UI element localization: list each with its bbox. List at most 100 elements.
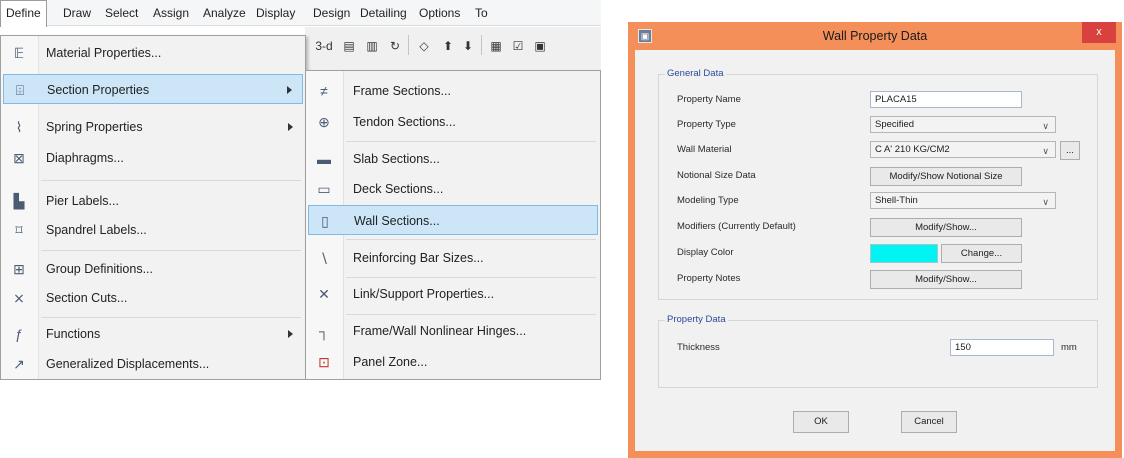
menu-item-label: Wall Sections... xyxy=(354,214,440,228)
menu-tools[interactable]: To xyxy=(470,0,493,26)
toolbar-separator xyxy=(481,35,482,55)
property-notes-button[interactable]: Modify/Show... xyxy=(870,270,1022,289)
menu-item-label: Tendon Sections... xyxy=(353,115,456,129)
group-icon: ⊞ xyxy=(13,261,25,277)
move-down-icon[interactable]: ⬇ xyxy=(458,34,478,58)
property-name-input[interactable] xyxy=(870,91,1022,108)
display-color-label: Display Color xyxy=(677,247,734,258)
menu-item-deck-sections[interactable]: ▭ Deck Sections... xyxy=(308,174,598,204)
wall-material-label: Wall Material xyxy=(677,144,732,155)
menu-item-label: Section Properties xyxy=(47,83,150,97)
perspective-icon[interactable]: ◇ xyxy=(413,34,435,58)
group-title: General Data xyxy=(665,68,726,79)
menu-item-label: Functions xyxy=(46,327,101,341)
menu-item-functions[interactable]: ƒ Functions xyxy=(3,319,303,349)
menu-item-label: Generalized Displacements... xyxy=(46,357,210,371)
menu-item-wall-sections[interactable]: ▯ Wall Sections... xyxy=(308,205,598,235)
display-color-swatch xyxy=(870,244,938,263)
property-type-select[interactable]: Specified ∨ xyxy=(870,116,1056,133)
menu-item-section-cuts[interactable]: ⨯ Section Cuts... xyxy=(3,283,303,313)
pier-icon: ▙ xyxy=(13,193,25,209)
menu-item-label: Pier Labels... xyxy=(46,194,119,208)
notional-size-button[interactable]: Modify/Show Notional Size xyxy=(870,167,1022,186)
menu-item-label: Group Definitions... xyxy=(46,262,153,276)
plan-view-icon[interactable]: ▤ xyxy=(339,34,359,58)
thickness-input[interactable] xyxy=(950,339,1054,356)
menu-define[interactable]: Define xyxy=(0,0,47,27)
wall-material-select[interactable]: C A' 210 KG/CM2 ∨ xyxy=(870,141,1056,158)
menu-select[interactable]: Select xyxy=(100,0,143,26)
menu-bar: Define Draw Select Assign Analyze Displa… xyxy=(0,0,601,27)
menu-assign[interactable]: Assign xyxy=(148,0,194,26)
menu-analyze[interactable]: Analyze xyxy=(198,0,251,26)
menu-options[interactable]: Options xyxy=(414,0,465,26)
modeling-type-select[interactable]: Shell-Thin ∨ xyxy=(870,192,1056,209)
property-notes-label: Property Notes xyxy=(677,273,741,284)
notional-size-label: Notional Size Data xyxy=(677,170,756,181)
menu-item-frame-wall-nonlinear-hinges[interactable]: ┐ Frame/Wall Nonlinear Hinges... xyxy=(308,316,598,346)
section-icon: ⌹ xyxy=(15,82,25,98)
diaphragm-icon: ⊠ xyxy=(13,150,25,166)
menu-detailing[interactable]: Detailing xyxy=(355,0,412,26)
menu-item-label: Slab Sections... xyxy=(353,152,440,166)
thickness-unit: mm xyxy=(1061,342,1077,353)
wall-section-icon: ▯ xyxy=(321,213,329,229)
link-support-icon: ✕ xyxy=(318,286,330,302)
view-3d-button[interactable]: 3-d xyxy=(313,34,335,58)
modeling-type-label: Modeling Type xyxy=(677,195,739,206)
menu-item-label: Diaphragms... xyxy=(46,151,124,165)
menu-draw[interactable]: Draw xyxy=(58,0,96,26)
menu-item-label: Link/Support Properties... xyxy=(353,287,495,301)
cancel-button[interactable]: Cancel xyxy=(901,411,957,433)
menu-item-slab-sections[interactable]: ▬ Slab Sections... xyxy=(308,144,598,174)
dialog-body: General Data Property Name Property Type… xyxy=(635,50,1115,451)
menu-item-tendon-sections[interactable]: ⊕ Tendon Sections... xyxy=(308,107,598,137)
deck-section-icon: ▭ xyxy=(317,181,331,197)
chevron-down-icon: ∨ xyxy=(1042,146,1049,156)
menu-item-spandrel-labels[interactable]: ⌑ Spandrel Labels... xyxy=(3,215,303,245)
table-icon[interactable]: ▣ xyxy=(530,34,550,58)
move-up-icon[interactable]: ⬆ xyxy=(438,34,458,58)
rotate-icon[interactable]: ↻ xyxy=(385,34,405,58)
modifiers-button[interactable]: Modify/Show... xyxy=(870,218,1022,237)
menu-item-diaphragms[interactable]: ⊠ Diaphragms... xyxy=(3,143,303,173)
grid-options-icon[interactable]: ▦ xyxy=(486,34,506,58)
checkbox-icon[interactable]: ☑ xyxy=(508,34,528,58)
menu-item-group-definitions[interactable]: ⊞ Group Definitions... xyxy=(3,254,303,284)
app-icon: ▣ xyxy=(638,29,652,43)
menu-item-frame-sections[interactable]: ≠ Frame Sections... xyxy=(308,76,598,106)
panel-zone-icon: ⊡ xyxy=(318,354,330,370)
wall-material-more-button[interactable]: ... xyxy=(1060,141,1080,160)
menu-separator xyxy=(41,250,301,251)
menu-item-reinforcing-bar-sizes[interactable]: ∖ Reinforcing Bar Sizes... xyxy=(308,243,598,273)
menu-design[interactable]: Design xyxy=(308,0,355,26)
menu-item-panel-zone[interactable]: ⊡ Panel Zone... xyxy=(308,347,598,377)
menu-item-label: Material Properties... xyxy=(46,46,162,60)
thickness-label: Thickness xyxy=(677,342,720,353)
wall-property-dialog: Wall Property Data ▣ x General Data Prop… xyxy=(628,22,1122,458)
menu-item-spring-properties[interactable]: ⌇ Spring Properties xyxy=(3,112,303,142)
select-value: C A' 210 KG/CM2 xyxy=(875,144,950,155)
spring-icon: ⌇ xyxy=(15,119,23,135)
etabs-window: Define Draw Select Assign Analyze Displa… xyxy=(0,0,601,380)
ok-button[interactable]: OK xyxy=(793,411,849,433)
menu-item-material-properties[interactable]: 𝔼 Material Properties... xyxy=(3,38,303,68)
submenu-arrow-icon xyxy=(287,86,292,94)
chevron-down-icon: ∨ xyxy=(1042,121,1049,131)
menu-item-label: Frame Sections... xyxy=(353,84,451,98)
menu-separator xyxy=(41,180,301,181)
menu-item-label: Reinforcing Bar Sizes... xyxy=(353,251,484,265)
chevron-down-icon: ∨ xyxy=(1042,197,1049,207)
menu-separator xyxy=(346,314,596,315)
menu-item-pier-labels[interactable]: ▙ Pier Labels... xyxy=(3,186,303,216)
menu-display[interactable]: Display xyxy=(251,0,300,26)
menu-item-section-properties[interactable]: ⌹ Section Properties xyxy=(3,74,303,104)
close-button[interactable]: x xyxy=(1082,22,1116,43)
menu-item-link-support-properties[interactable]: ✕ Link/Support Properties... xyxy=(308,279,598,309)
toolbar-separator xyxy=(408,35,409,55)
property-type-label: Property Type xyxy=(677,119,736,130)
menu-item-generalized-displacements[interactable]: ↗ Generalized Displacements... xyxy=(3,349,303,379)
spandrel-icon: ⌑ xyxy=(15,222,23,238)
elevation-view-icon[interactable]: ▥ xyxy=(362,34,382,58)
change-color-button[interactable]: Change... xyxy=(941,244,1022,263)
